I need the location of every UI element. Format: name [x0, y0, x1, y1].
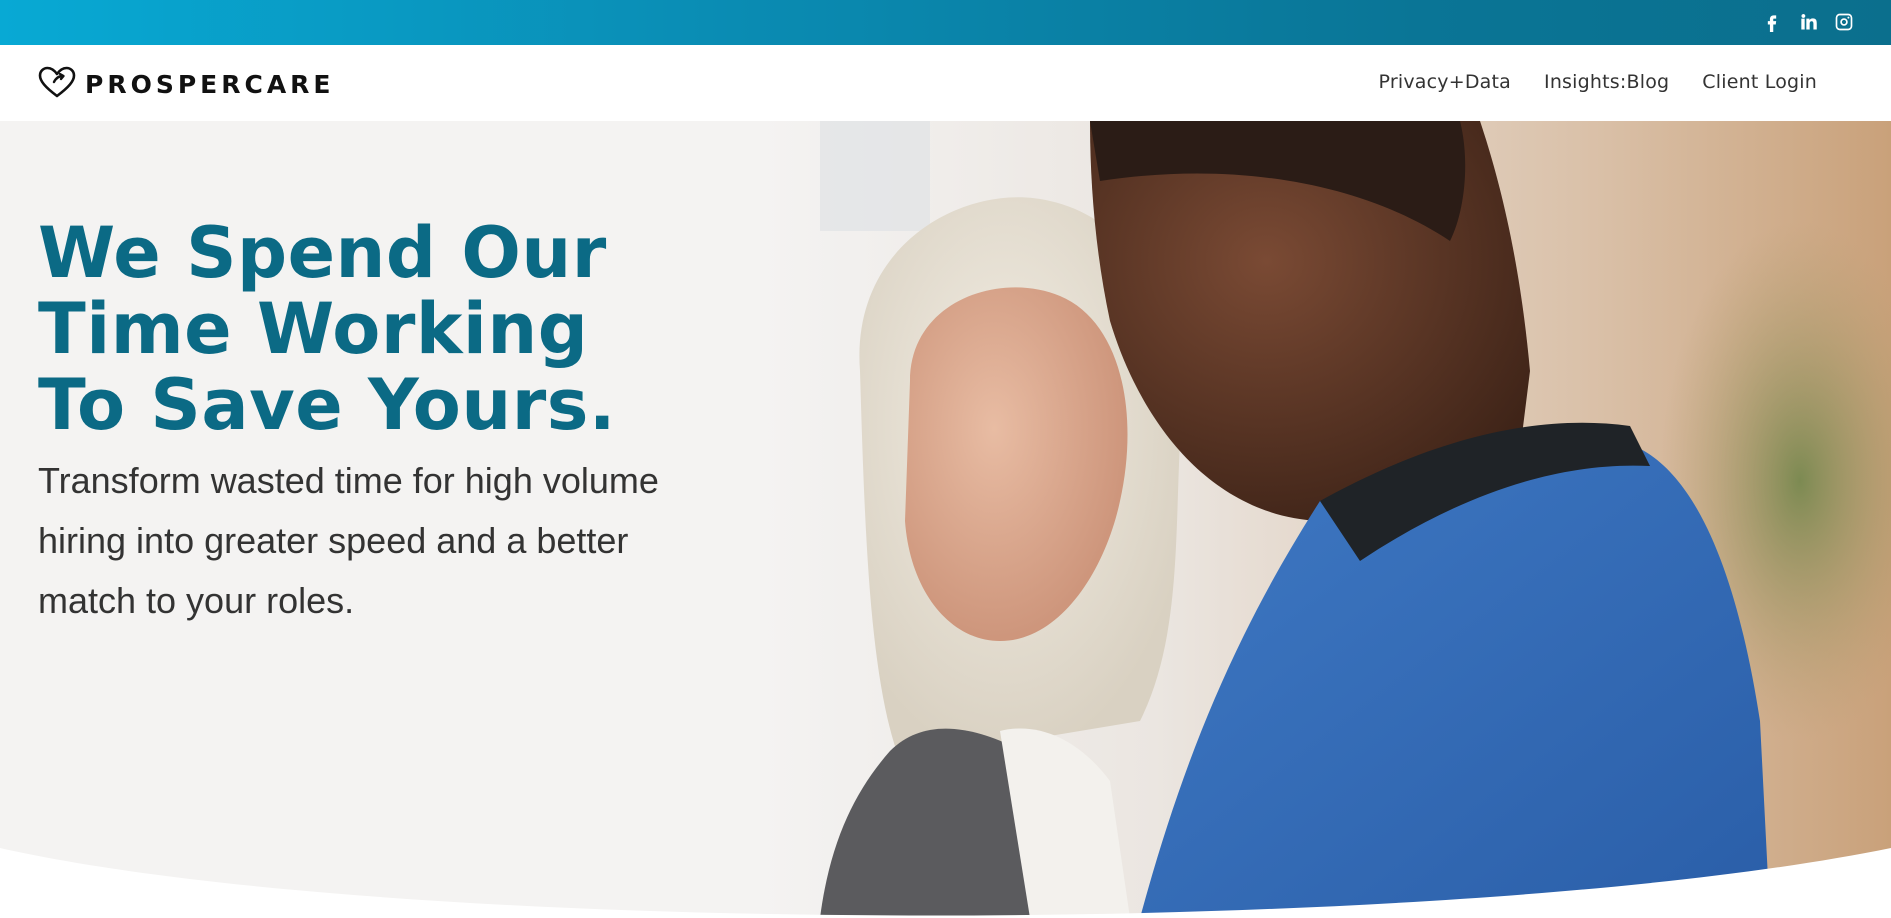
hero-bottom-curve: [0, 848, 1891, 918]
hero-subhead: Transform wasted time for high volume hi…: [38, 460, 659, 621]
instagram-icon: [1835, 13, 1853, 31]
logo-text: PROSPERCARE: [85, 70, 335, 99]
hero-headline: We Spend Our Time Working To Save Yours.: [38, 215, 738, 443]
nav-item-client-login[interactable]: Client Login: [1702, 71, 1817, 93]
top-bar: [0, 0, 1891, 45]
nav-item-insights-blog[interactable]: Insights:Blog: [1544, 71, 1669, 93]
linkedin-icon: [1801, 14, 1817, 30]
heart-logo-icon: [37, 65, 77, 104]
hero-copy: We Spend Our Time Working To Save Yours.…: [38, 215, 738, 631]
facebook-link[interactable]: [1761, 11, 1783, 33]
hero-section: We Spend Our Time Working To Save Yours.…: [0, 121, 1891, 918]
linkedin-link[interactable]: [1797, 11, 1819, 33]
headline-line: To Save Yours.: [38, 364, 617, 446]
hero-photo: [760, 121, 1891, 918]
nav-item-privacy-data[interactable]: Privacy+Data: [1379, 71, 1511, 93]
headline-line: Time Working: [38, 288, 589, 370]
site-header: PROSPERCARE Privacy+Data Insights:Blog C…: [0, 45, 1891, 121]
logo-link[interactable]: PROSPERCARE: [37, 65, 335, 104]
facebook-icon: [1767, 15, 1777, 32]
instagram-link[interactable]: [1833, 11, 1855, 33]
headline-line: We Spend Our: [38, 212, 607, 294]
main-nav: Privacy+Data Insights:Blog Client Login: [1379, 71, 1817, 93]
social-links: [1761, 11, 1855, 33]
